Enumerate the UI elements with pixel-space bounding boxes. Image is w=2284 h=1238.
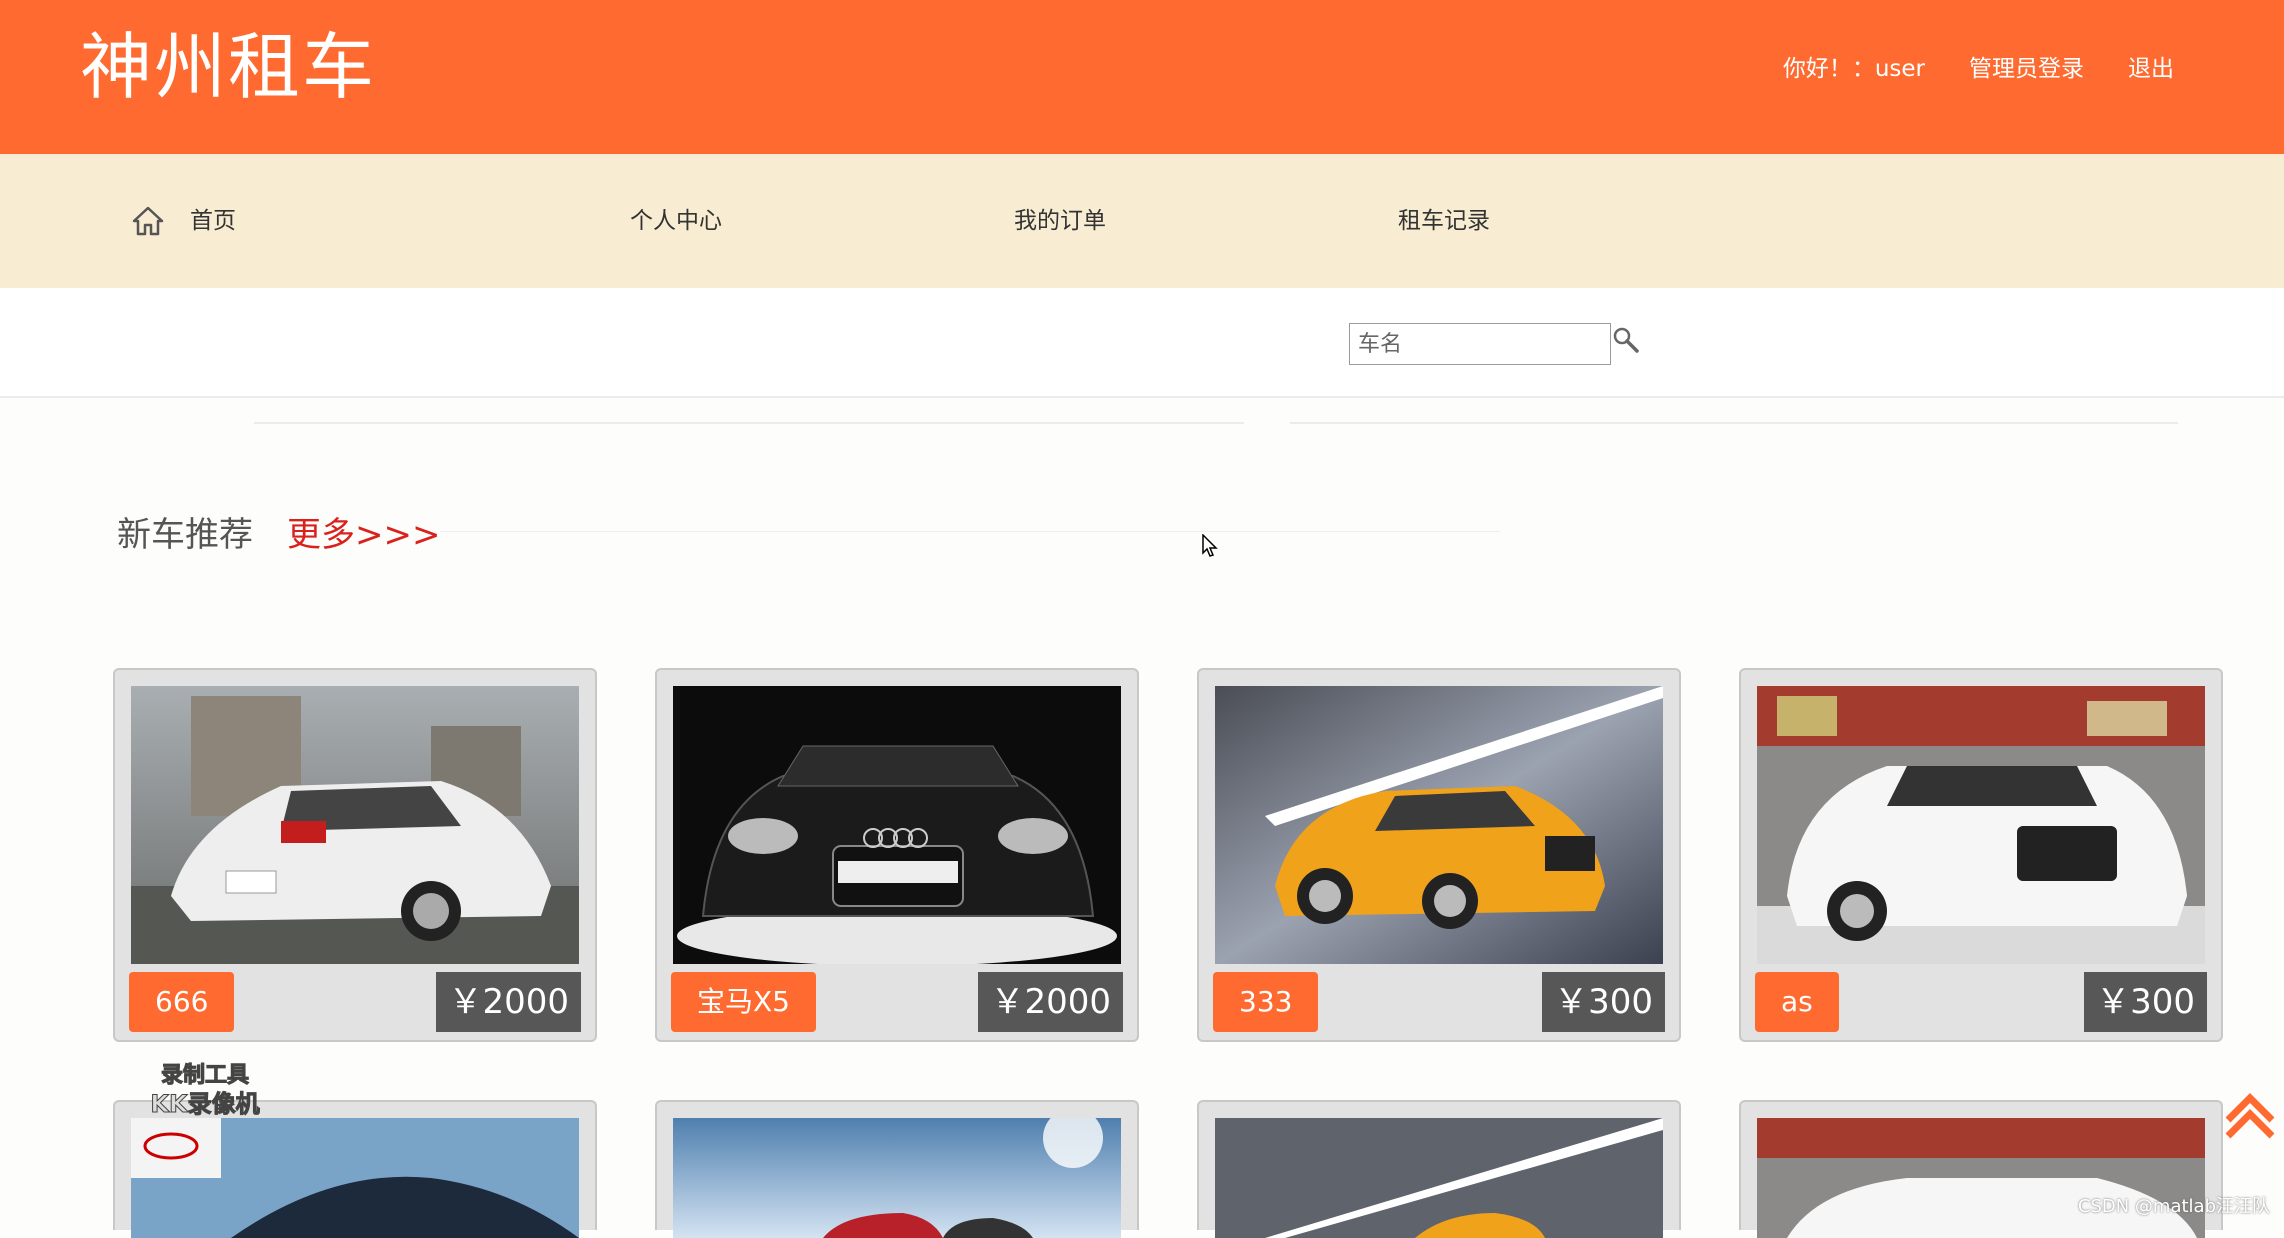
logout-link[interactable]: 退出 [2128,52,2174,86]
more-link[interactable]: 更多>>> [287,510,440,560]
car-photo [673,1118,1121,1238]
car-card[interactable]: 666 ￥2000 [113,668,597,1042]
svg-text:录制工具: 录制工具 [161,1063,249,1088]
nav-item-rental-records[interactable]: 租车记录 [1398,154,1490,288]
divider [1290,422,2178,424]
user-greeting: 你好！：user [1782,56,1925,82]
csdn-watermark: CSDN @matlab汪汪队 [2077,1196,2270,1217]
search-icon[interactable] [1612,326,1640,354]
admin-login-link[interactable]: 管理员登录 [1969,52,2084,86]
mouse-cursor-icon [1202,534,1218,557]
nav-item-home[interactable]: 首页 [190,154,236,288]
car-photo [131,1118,579,1238]
car-card[interactable] [1197,1100,1681,1238]
car-name-label: 666 [129,972,235,1032]
back-to-top-icon[interactable] [2222,1090,2278,1142]
search-bar-row [0,288,2284,398]
divider [440,531,1500,532]
car-photo [673,686,1121,964]
car-card[interactable]: 宝马X5 ￥2000 [655,668,1139,1042]
svg-text:KK录像机: KK录像机 [150,1090,259,1118]
car-price-label: ￥2000 [978,972,1123,1032]
car-photo [131,686,579,964]
top-header: 神州租车 你好！：user 管理员登录 退出 [0,0,2284,154]
car-card[interactable]: 333 ￥300 [1197,668,1681,1042]
user-links: 你好！：user 管理员登录 退出 [1783,52,2174,86]
car-name-search-input[interactable] [1349,323,1611,365]
recorder-watermark-logo: 录制工具 KK录像机 [150,1063,260,1119]
car-photo [1215,686,1663,964]
nav-item-personal-center[interactable]: 个人中心 [630,154,722,288]
car-photo [1757,1118,2205,1238]
car-price-label: ￥300 [1542,972,1665,1032]
car-price-label: ￥2000 [436,972,581,1032]
car-name-label: 宝马X5 [671,972,816,1032]
car-name-label: as [1755,972,1839,1032]
section-title: 新车推荐 [117,515,253,555]
car-card[interactable]: as ￥300 [1739,668,2223,1042]
car-photo [1757,686,2205,964]
site-logo-title[interactable]: 神州租车 [80,22,376,112]
main-nav: 首页 个人中心 我的订单 租车记录 [0,154,2284,288]
car-name-label: 333 [1213,972,1319,1032]
car-price-label: ￥300 [2084,972,2207,1032]
car-photo [1215,1118,1663,1238]
home-icon[interactable] [132,206,164,236]
divider [254,422,1244,424]
car-card[interactable] [655,1100,1139,1238]
nav-item-my-orders[interactable]: 我的订单 [1014,154,1106,288]
